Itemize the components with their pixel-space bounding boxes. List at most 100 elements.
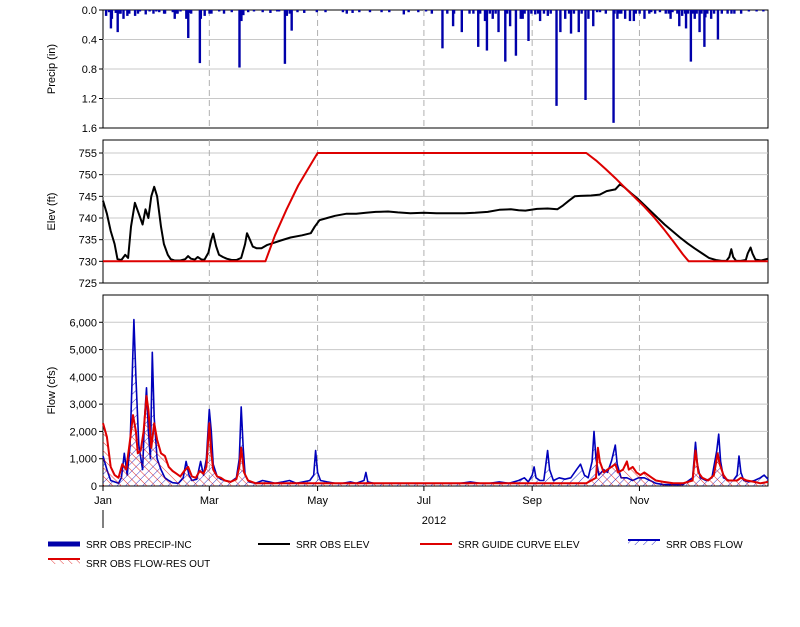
precip-bar <box>504 10 507 62</box>
precip-bar <box>351 10 354 13</box>
x-axis-year-label: 2012 <box>422 515 446 527</box>
precip-bar <box>144 10 147 15</box>
precip-bar <box>441 10 444 49</box>
x-tick-label: Mar <box>200 495 219 507</box>
precip-bar <box>358 10 361 13</box>
precip-bar <box>755 10 758 12</box>
precip-bar <box>623 10 627 19</box>
precip-bar <box>494 10 497 14</box>
precip-bar <box>598 10 602 13</box>
legend-label: SRR OBS FLOW-RES OUT <box>86 559 210 570</box>
x-axis: 2012 Jan Mar May Jul Sep Nov <box>94 486 650 528</box>
precip-bar <box>653 10 657 14</box>
precip-bar <box>472 10 475 14</box>
elevation-ytick-label: 735 <box>79 235 97 247</box>
precip-bar <box>290 10 293 31</box>
elevation-ytick-label: 725 <box>79 278 97 290</box>
flow-ytick-label: 1,000 <box>69 454 97 466</box>
precip-bar <box>678 10 681 27</box>
precip-bar <box>491 10 494 19</box>
precip-ytick-label: 0.8 <box>82 64 97 76</box>
precip-bar <box>402 10 406 15</box>
precip-bar <box>488 10 492 14</box>
precip-bar <box>128 10 131 14</box>
precip-bar <box>477 10 480 47</box>
precip-bar <box>584 10 587 100</box>
precip-bar <box>620 10 623 14</box>
precip-bar <box>680 10 684 16</box>
flow-frame <box>102 294 769 487</box>
precip-bar <box>747 10 751 12</box>
flow-ytick-label: 3,000 <box>69 399 97 411</box>
elevation-ytick-label: 740 <box>79 213 97 225</box>
precip-bar <box>706 10 709 14</box>
precip-bar <box>686 10 690 14</box>
precip-bar <box>527 10 530 41</box>
legend-label: SRR OBS PRECIP-INC <box>86 540 192 551</box>
precip-bar <box>549 10 552 14</box>
precip-bar <box>252 10 256 12</box>
precip-bar <box>595 10 599 13</box>
precip-bar <box>368 10 372 13</box>
elevation-ylabel: Elev (ft) <box>46 193 58 231</box>
precip-bar <box>577 10 580 33</box>
precip-bar <box>650 10 653 13</box>
precip-bar <box>468 10 471 14</box>
precip-bar <box>564 10 567 19</box>
elevation-ytick-label: 750 <box>79 170 97 182</box>
x-tick-label: Jul <box>417 495 431 507</box>
precip-bar <box>176 10 179 14</box>
precip-bar <box>388 10 391 13</box>
precip-bar <box>324 10 327 13</box>
flow-ylabel: Flow (cfs) <box>46 367 58 415</box>
precip-bar <box>506 10 509 14</box>
precip-bar <box>709 10 713 19</box>
precip-bar <box>643 10 646 19</box>
precip-bar <box>417 10 420 13</box>
precip-bar <box>187 10 190 39</box>
elevation-ytick-label: 755 <box>79 148 97 160</box>
precip-bar <box>452 10 456 14</box>
precip-bar <box>733 10 736 14</box>
chart-panels: 0.0 0.4 0.8 1.2 1.6 Precip (in) 725 730 735 740 74… <box>46 5 769 493</box>
legend: SRR OBS PRECIP-INC SRR OBS ELEV SRR GUIDE … <box>48 539 743 570</box>
precip-bar <box>230 10 233 13</box>
legend-label: SRR OBS FLOW <box>666 540 743 551</box>
precip-bar <box>592 10 595 27</box>
precip-ytick-label: 0.4 <box>82 35 97 47</box>
precip-bar <box>508 10 512 27</box>
precip-bar <box>695 10 698 14</box>
legend-label: SRR GUIDE CURVE ELEV <box>458 540 580 551</box>
precip-bar <box>242 10 245 16</box>
precip-bar <box>530 10 533 14</box>
precip-ylabel: Precip (in) <box>46 44 58 94</box>
precip-bar <box>199 10 203 19</box>
legend-item-srr-obs-flow-res-out: SRR OBS FLOW-RES OUT <box>48 558 210 570</box>
precip-bar <box>658 10 662 13</box>
precip-bar <box>122 10 125 19</box>
flow-ytick-label: 4,000 <box>69 372 97 384</box>
precip-bar <box>138 10 142 12</box>
legend-label: SRR OBS ELEV <box>296 540 370 551</box>
precip-bar <box>269 10 272 13</box>
precip-bar <box>700 10 703 14</box>
flow-ytick-label: 2,000 <box>69 426 97 438</box>
precip-bar <box>148 10 151 12</box>
precip-bar <box>341 10 345 13</box>
precip-bar <box>119 10 122 14</box>
precip-bar <box>277 10 281 12</box>
reservoir-chart: 0.0 0.4 0.8 1.2 1.6 Precip (in) 725 730 735 740 74… <box>46 5 769 570</box>
precip-bar <box>555 10 558 106</box>
precip-bar <box>246 10 250 13</box>
precip-bar <box>739 10 743 14</box>
precip-bar <box>380 10 383 13</box>
legend-item-srr-obs-flow: SRR OBS FLOW <box>628 539 743 551</box>
legend-item-srr-obs-precip-inc: SRR OBS PRECIP-INC <box>48 540 192 551</box>
panel-elevation: 725 730 735 740 745 750 755 Elev (ft) <box>46 139 769 290</box>
precip-bar <box>559 10 562 33</box>
precip-bar <box>716 10 720 40</box>
precip-bar <box>283 10 287 64</box>
precip-bar <box>133 10 137 16</box>
x-tick-label: Jan <box>94 495 112 507</box>
precip-bar <box>689 10 693 62</box>
